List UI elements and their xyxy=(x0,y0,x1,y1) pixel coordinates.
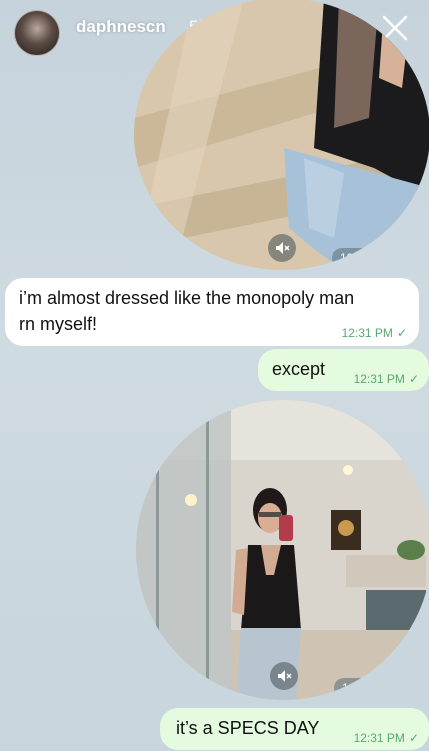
video-duration: 0:02 xyxy=(156,678,206,698)
video-timestamp: 12:30 PM ✓ xyxy=(332,248,414,268)
video-duration: 0:02 xyxy=(156,248,206,268)
time-text: 12:31 PM xyxy=(353,372,405,386)
check-icon: ✓ xyxy=(408,372,419,386)
video-message[interactable]: 0:02 12:31 PM ✓ xyxy=(136,400,429,700)
muted-speaker-icon[interactable] xyxy=(268,234,296,262)
time-text: 12:31 PM xyxy=(341,326,393,340)
duration-text: 0:02 xyxy=(164,251,188,265)
playing-dot-icon xyxy=(192,256,198,262)
message-text-line1: i’m almost dressed like the monopoly man xyxy=(19,288,355,308)
video-thumbnail xyxy=(136,400,429,700)
video-thumbnail xyxy=(134,0,429,270)
muted-speaker-icon[interactable] xyxy=(270,662,298,690)
check-icon: ✓ xyxy=(408,731,419,745)
check-icon: ✓ xyxy=(396,326,407,340)
time-text: 12:31 PM xyxy=(353,731,405,745)
time-text: 12:31 PM xyxy=(342,681,394,695)
message-time: 12:31 PM ✓ xyxy=(354,725,419,751)
check-icon: ✓ xyxy=(395,251,406,265)
avatar[interactable] xyxy=(14,10,60,56)
message-time: 12:31 PM ✓ xyxy=(342,320,407,346)
message-time: 12:31 PM ✓ xyxy=(354,366,419,392)
username[interactable]: daphnescn xyxy=(76,17,166,37)
duration-text: 0:02 xyxy=(164,681,188,695)
time-text: 12:30 PM xyxy=(340,251,392,265)
video-timestamp: 12:31 PM ✓ xyxy=(334,678,416,698)
message-text-line2: rn myself! xyxy=(19,314,98,334)
playing-dot-icon xyxy=(192,686,198,692)
message-bubble-incoming[interactable]: i’m almost dressed like the monopoly man… xyxy=(5,278,419,346)
check-icon: ✓ xyxy=(397,681,408,695)
message-bubble-outgoing[interactable]: except 12:31 PM ✓ xyxy=(258,349,429,391)
message-text: it’s a SPECS DAY xyxy=(176,718,320,738)
message-bubble-outgoing[interactable]: it’s a SPECS DAY 12:31 PM ✓ xyxy=(160,708,429,750)
message-text: except xyxy=(272,359,326,379)
video-message[interactable]: 0:02 12:30 PM ✓ xyxy=(134,0,429,270)
